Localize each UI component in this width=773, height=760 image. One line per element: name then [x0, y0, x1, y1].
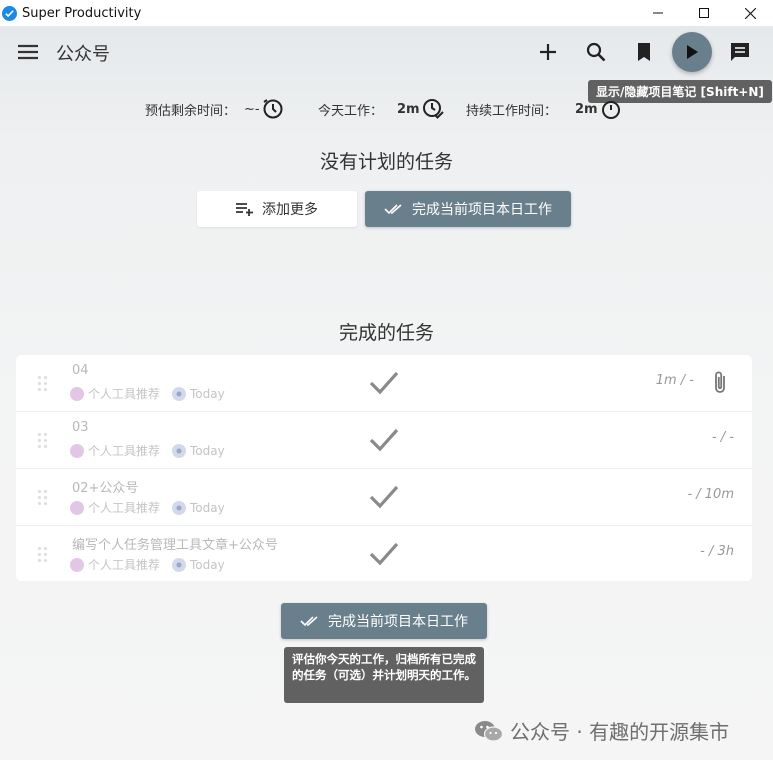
- bookmark-button[interactable]: [630, 38, 658, 66]
- drag-handle-icon[interactable]: [38, 490, 48, 506]
- session-stat: 持续工作时间： 2m: [466, 96, 622, 122]
- add-more-button[interactable]: 添加更多: [197, 191, 357, 227]
- project-tag-icon: [70, 557, 84, 572]
- menu-button[interactable]: [14, 40, 42, 64]
- project-tag-icon: [70, 500, 84, 515]
- close-icon: [744, 7, 756, 19]
- estimate-stat: 预估剩余时间： ~-: [145, 96, 284, 122]
- add-task-button[interactable]: [534, 38, 562, 66]
- window-titlebar: Super Productivity: [0, 0, 773, 26]
- clock-icon: [262, 98, 284, 120]
- task-title: 02+公众号: [72, 481, 139, 496]
- clock-check-icon: [422, 98, 444, 120]
- done-section-title: 完成的任务: [338, 322, 434, 344]
- finish-day-button[interactable]: 完成当前项目本日工作: [281, 603, 487, 639]
- done-all-icon: [384, 204, 402, 215]
- chat-icon: [731, 43, 749, 61]
- finish-day-button-top[interactable]: 完成当前项目本日工作: [365, 191, 571, 227]
- attachment-icon[interactable]: [710, 370, 732, 396]
- task-title: 03: [72, 420, 89, 435]
- drag-handle-icon[interactable]: [38, 433, 48, 449]
- estimate-label: 预估剩余时间：: [145, 103, 237, 119]
- task-time: 1m / -: [655, 373, 694, 388]
- minimize-icon: [653, 12, 663, 14]
- bookmark-icon: [638, 43, 650, 61]
- add-list-icon: [236, 203, 253, 216]
- task-tag: Today: [190, 500, 225, 515]
- estimate-value: ~-: [244, 101, 260, 117]
- project-tag-icon: [70, 386, 84, 401]
- task-tags: 个人工具推荐 Today: [70, 556, 225, 573]
- task-tags: 个人工具推荐 Today: [70, 442, 225, 459]
- app-logo-icon: [2, 5, 17, 21]
- task-tag: Today: [190, 443, 225, 458]
- window-title: Super Productivity: [22, 5, 142, 21]
- watermark: 公众号 · 有趣的开源集市: [474, 716, 729, 745]
- add-icon: [540, 44, 556, 60]
- add-more-label: 添加更多: [262, 202, 318, 218]
- maximize-icon: [699, 8, 709, 18]
- today-tag-icon: [172, 500, 187, 515]
- task-tag: Today: [190, 557, 225, 572]
- task-tag: Today: [190, 386, 225, 401]
- task-title: 编写个人任务管理工具文章+公众号: [72, 538, 278, 553]
- today-stat: 今天工作： 2m: [318, 96, 444, 122]
- menu-icon: [18, 44, 38, 60]
- maximize-button[interactable]: [681, 0, 727, 26]
- task-time: - / -: [711, 430, 734, 445]
- task-time: - / 10m: [687, 487, 734, 502]
- planned-section-title: 没有计划的任务: [319, 151, 453, 173]
- today-tag-icon: [172, 443, 187, 458]
- done-all-icon: [300, 616, 318, 627]
- task-tags: 个人工具推荐 Today: [70, 499, 225, 516]
- check-icon: [369, 371, 399, 395]
- drag-handle-icon[interactable]: [38, 376, 48, 392]
- task-time: - / 3h: [700, 544, 734, 559]
- notes-button[interactable]: [726, 38, 754, 66]
- task-row[interactable]: 02+公众号 个人工具推荐 Today - / 10m: [16, 469, 752, 526]
- wechat-icon: [475, 720, 504, 742]
- today-tag-icon: [172, 386, 187, 401]
- page-title: 公众号: [56, 44, 110, 65]
- today-tag-icon: [172, 557, 187, 572]
- task-project: 个人工具推荐: [88, 444, 161, 458]
- session-label: 持续工作时间：: [466, 103, 558, 119]
- finish-day-label: 完成当前项目本日工作: [328, 614, 468, 630]
- task-title: 04: [72, 363, 89, 378]
- play-button[interactable]: [672, 32, 712, 72]
- today-label: 今天工作：: [318, 103, 384, 119]
- check-icon: [369, 428, 399, 452]
- search-button[interactable]: [582, 38, 610, 66]
- finish-day-tooltip: 评估你今天的工作，归档所有已完成的任务（可选）并计划明天的工作。: [284, 647, 484, 703]
- drag-handle-icon[interactable]: [38, 547, 48, 563]
- task-row[interactable]: 03 个人工具推荐 Today - / -: [16, 412, 752, 469]
- minimize-button[interactable]: [635, 0, 681, 26]
- today-value: 2m: [397, 101, 420, 117]
- check-icon: [369, 542, 399, 566]
- task-row[interactable]: 04 个人工具推荐 Today 1m / -: [16, 355, 752, 412]
- task-tags: 个人工具推荐 Today: [70, 385, 225, 402]
- task-project: 个人工具推荐: [88, 501, 161, 515]
- session-value: 2m: [575, 101, 598, 117]
- task-project: 个人工具推荐: [88, 387, 161, 401]
- finish-day-label-top: 完成当前项目本日工作: [412, 202, 552, 218]
- close-button[interactable]: [727, 0, 773, 26]
- project-tag-icon: [70, 443, 84, 458]
- work-stats: 预估剩余时间： ~- 今天工作： 2m 持续工作时间： 2m: [0, 96, 773, 122]
- timer-icon: [600, 98, 622, 120]
- search-icon: [586, 42, 606, 62]
- task-project: 个人工具推荐: [88, 558, 161, 572]
- play-icon: [687, 45, 698, 59]
- check-icon: [369, 485, 399, 509]
- app-header: 公众号: [0, 26, 773, 80]
- done-task-list: 04 个人工具推荐 Today 1m / - 03 个人工具推荐 Today -…: [16, 355, 752, 581]
- task-row[interactable]: 编写个人任务管理工具文章+公众号 个人工具推荐 Today - / 3h: [16, 526, 752, 581]
- watermark-text: 公众号 · 有趣的开源集市: [510, 720, 730, 744]
